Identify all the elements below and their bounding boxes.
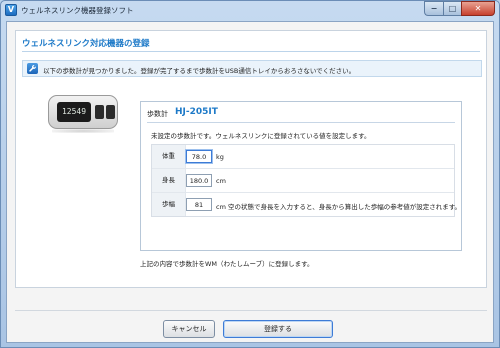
client-area: ウェルネスリンク対応機器の登録 以下の歩数計が見つかりました。登録が完了するまで… <box>6 21 494 343</box>
pedometer-button <box>106 105 115 119</box>
weight-unit: kg <box>216 153 224 161</box>
weight-input[interactable] <box>186 150 212 163</box>
pedometer-image: 12549 <box>48 95 118 133</box>
settings-box: 歩数計 HJ-205IT 未設定の歩数計です。ウェルネスリンクに登録されている値… <box>140 101 462 251</box>
window-title: ウェルネスリンク機器登録ソフト <box>21 6 134 15</box>
window-controls: − □ ✕ <box>424 1 495 17</box>
notice-bar: 以下の歩数計が見つかりました。登録が完了するまで歩数計をUSB通信トレイからおろ… <box>22 60 482 77</box>
register-button[interactable]: 登録する <box>223 320 333 338</box>
field-row-weight: 体重 kg <box>152 145 454 169</box>
confirm-text: 上記の内容で歩数計をWM（わたしムーブ）に登録します。 <box>140 260 314 268</box>
minimize-button[interactable]: − <box>424 1 443 16</box>
weight-label: 体重 <box>152 145 186 168</box>
stride-unit: cm 空の状態で身長を入力すると、身長から算出した歩幅の参考値が設定されます。 <box>216 203 462 211</box>
close-button[interactable]: ✕ <box>461 1 495 16</box>
title-divider <box>22 51 480 52</box>
settings-description: 未設定の歩数計です。ウェルネスリンクに登録されている値を設定します。 <box>151 132 371 140</box>
model-name: HJ-205IT <box>175 107 218 117</box>
settings-header: 歩数計 HJ-205IT <box>141 102 461 122</box>
height-unit: cm <box>216 177 226 185</box>
stride-label: 歩幅 <box>152 193 186 216</box>
title-bar[interactable]: V ウェルネスリンク機器登録ソフト − □ ✕ <box>1 1 499 21</box>
height-input[interactable] <box>186 174 212 187</box>
wrench-icon <box>27 63 38 74</box>
pedometer-body: 12549 <box>48 95 118 129</box>
pedometer-label: 歩数計 <box>147 110 168 118</box>
cancel-button[interactable]: キャンセル <box>163 320 215 338</box>
page-title: ウェルネスリンク対応機器の登録 <box>22 39 150 49</box>
pedometer-button <box>95 105 104 119</box>
maximize-button[interactable]: □ <box>443 1 461 16</box>
app-window: V ウェルネスリンク機器登録ソフト − □ ✕ ウェルネスリンク対応機器の登録 … <box>0 0 500 348</box>
footer-divider <box>15 310 487 311</box>
height-label: 身長 <box>152 169 186 192</box>
stride-input[interactable] <box>186 198 212 211</box>
registration-panel: ウェルネスリンク対応機器の登録 以下の歩数計が見つかりました。登録が完了するまで… <box>15 30 487 288</box>
settings-divider <box>147 122 455 123</box>
pedometer-screen: 12549 <box>57 102 91 122</box>
field-row-stride: 歩幅 cm 空の状態で身長を入力すると、身長から算出した歩幅の参考値が設定されま… <box>152 193 461 217</box>
settings-table: 体重 kg 身長 cm 歩幅 cm 空の状態で身長を入力すると、身長から算出した… <box>151 144 461 217</box>
wrench-icon-glyph <box>29 64 36 72</box>
pedometer-shadow <box>52 129 114 133</box>
app-icon: V <box>5 4 17 16</box>
notice-text: 以下の歩数計が見つかりました。登録が完了するまで歩数計をUSB通信トレイからおろ… <box>43 67 356 75</box>
field-row-height: 身長 cm <box>152 169 454 193</box>
